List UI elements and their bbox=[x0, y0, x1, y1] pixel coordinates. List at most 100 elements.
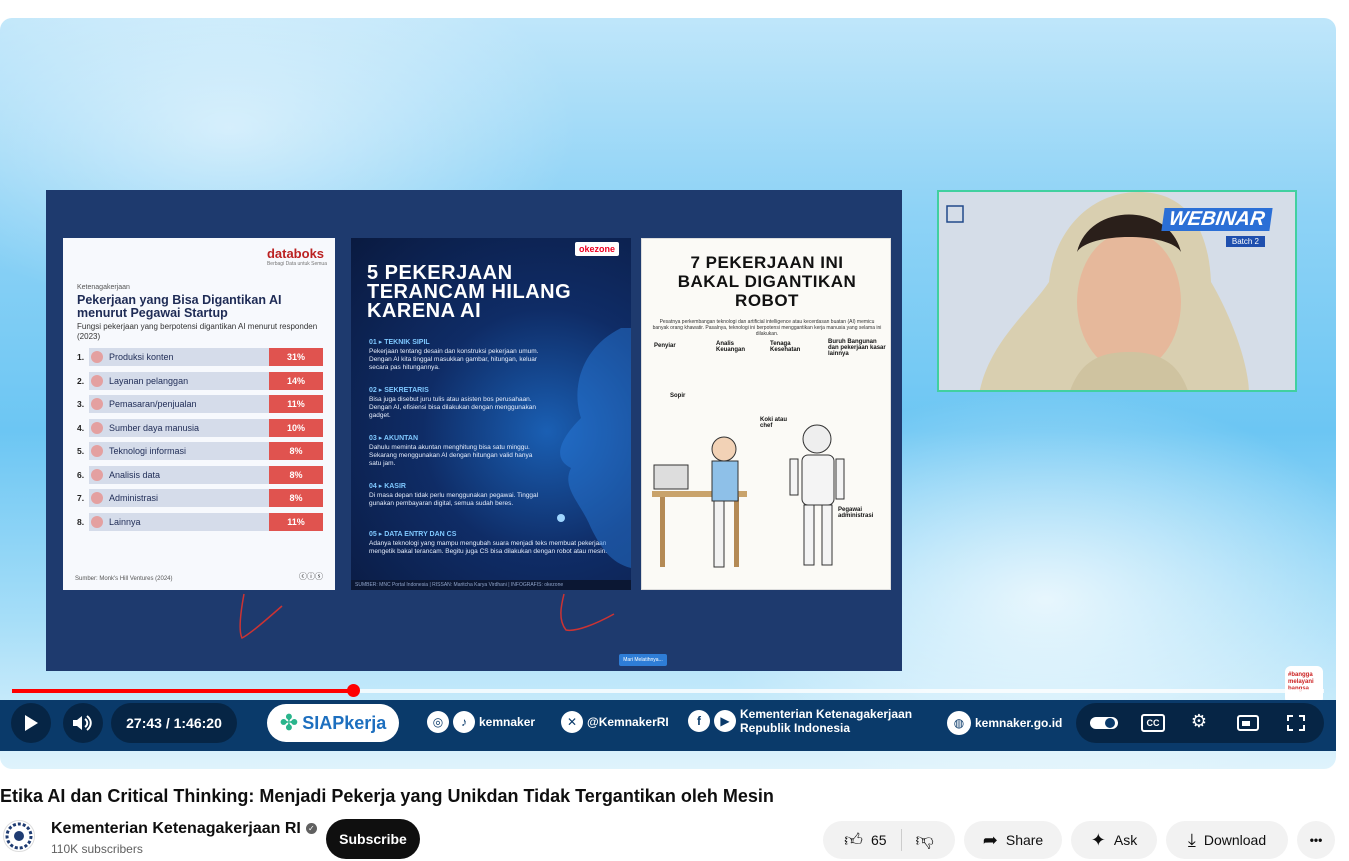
job-label: Tenaga Kesehatan bbox=[770, 341, 801, 353]
kemnaker-logo-icon bbox=[5, 822, 33, 850]
batch-label: Batch 2 bbox=[1225, 236, 1265, 247]
row-number: 2. bbox=[77, 375, 85, 386]
more-actions-button[interactable]: ••• bbox=[1297, 821, 1335, 859]
infographic-footer: SUMBER: MNC Portal Indonesia | RISSAN: M… bbox=[351, 580, 631, 590]
channel-name[interactable]: Kementerian Ketenagakerjaan RI ✓ bbox=[51, 820, 317, 838]
row-label: Lainnya bbox=[109, 516, 141, 527]
category-icon bbox=[91, 515, 103, 528]
row-label: Teknologi informasi bbox=[109, 446, 187, 456]
table-row: 2. Layanan pelanggan 14% bbox=[77, 371, 323, 390]
ai-face-illustration bbox=[557, 328, 631, 568]
category-icon bbox=[91, 398, 103, 410]
table-row: 7. Administrasi 8% bbox=[77, 489, 323, 507]
infographic-source: Sumber: Monk's Hill Ventures (2024) bbox=[75, 576, 173, 582]
license-icons: ⓒⓘⓢ bbox=[299, 572, 323, 581]
annotation-marks bbox=[239, 593, 615, 640]
table-row: 4. Sumber daya manusia 10% bbox=[77, 418, 323, 437]
table-row: 8. Lainnya 11% bbox=[77, 512, 323, 531]
infographic-title: 7 PEKERJAAN INI BAKAL DIGANTIKAN ROBOT bbox=[677, 253, 857, 310]
row-number: 6. bbox=[77, 469, 85, 480]
miniplayer-icon[interactable] bbox=[1236, 714, 1260, 732]
dislike-button[interactable]: 👎︎ bbox=[902, 829, 934, 851]
download-icon: ⤓ bbox=[1187, 829, 1196, 850]
sparkle-icon: ✦ bbox=[1090, 829, 1106, 850]
time-display: 27:43 / 1:46:20 bbox=[111, 703, 237, 743]
ask-button[interactable]: ✦ Ask bbox=[1071, 821, 1157, 859]
like-button[interactable]: 👍︎ 65 bbox=[844, 829, 902, 851]
mute-button[interactable] bbox=[63, 703, 103, 743]
row-percent: 8% bbox=[269, 442, 323, 460]
download-button[interactable]: ⤓ Download bbox=[1166, 821, 1288, 859]
captions-icon[interactable]: CC bbox=[1141, 714, 1165, 732]
thumbs-down-icon: 👎︎ bbox=[915, 830, 934, 850]
row-percent: 8% bbox=[269, 489, 323, 507]
org-name: f ▶ Kementerian Ketenagakerjaan Republik… bbox=[688, 707, 925, 735]
row-number: 5. bbox=[77, 446, 85, 456]
cnbc-infographic: 7 PEKERJAAN INI BAKAL DIGANTIKAN ROBOT P… bbox=[641, 238, 891, 590]
infographic-subtitle: Fungsi pekerjaan yang berpotensi diganti… bbox=[77, 322, 318, 341]
row-number: 1. bbox=[77, 352, 85, 362]
table-row: 1. Produksi konten 31% bbox=[77, 348, 323, 366]
job-label: Analis Keuangan bbox=[716, 341, 746, 353]
row-percent: 11% bbox=[269, 395, 323, 413]
instagram-icon: ◎ bbox=[427, 711, 449, 733]
row-percent: 11% bbox=[269, 512, 323, 531]
row-label: Analisis data bbox=[109, 469, 161, 480]
verified-icon: ✓ bbox=[305, 823, 317, 835]
subscribe-button[interactable]: Subscribe bbox=[326, 819, 420, 859]
subscriber-count: 110K subscribers bbox=[51, 842, 143, 856]
row-number: 3. bbox=[77, 399, 85, 409]
infographic-title: Pekerjaan yang Bisa Digantikan AI menuru… bbox=[77, 293, 282, 320]
row-percent: 31% bbox=[269, 348, 323, 366]
x-icon: ✕ bbox=[561, 711, 583, 733]
row-percent: 14% bbox=[269, 371, 323, 390]
tiktok-icon: ♪ bbox=[453, 711, 475, 733]
player-right-controls: CC ⚙ bbox=[1076, 703, 1324, 743]
facebook-icon: f bbox=[688, 710, 710, 732]
category-icon bbox=[91, 374, 103, 387]
row-number: 4. bbox=[77, 422, 85, 433]
webcam-feed: WEBINAR Batch 2 bbox=[937, 190, 1297, 392]
siapkerja-icon: ✤ bbox=[279, 710, 299, 735]
video-player[interactable]: databoks Berbagi Data untuk Semua Ketenag… bbox=[0, 18, 1336, 769]
tiktok-handle: ◎ ♪ kemnaker bbox=[427, 711, 535, 733]
robot-illustration bbox=[652, 424, 845, 568]
job-label: Buruh Bangunan dan pekerjaan kasar lainn… bbox=[828, 339, 886, 357]
category-icon bbox=[91, 468, 103, 481]
globe-icon: ◍ bbox=[947, 711, 971, 735]
play-icon bbox=[25, 715, 38, 731]
row-percent: 8% bbox=[269, 465, 323, 484]
x-handle: ✕ @KemnakerRI bbox=[561, 711, 669, 733]
volume-icon bbox=[73, 715, 92, 731]
progress-buffered bbox=[353, 689, 1324, 693]
video-title: Etika AI dan Critical Thinking: Menjadi … bbox=[0, 786, 774, 806]
thumbs-up-icon: 👍︎ bbox=[844, 830, 863, 850]
infographic-category: Ketenagakerjaan bbox=[77, 284, 130, 291]
row-label: Pemasaran/penjualan bbox=[109, 399, 197, 409]
settings-icon[interactable]: ⚙ bbox=[1189, 711, 1209, 731]
databoks-logo: databoks Berbagi Data untuk Semua bbox=[266, 246, 327, 267]
infographic-title: 5 PEKERJAAN TERANCAM HILANG KARENA AI bbox=[367, 262, 572, 322]
row-label: Sumber daya manusia bbox=[109, 422, 200, 433]
row-label: Administrasi bbox=[109, 493, 159, 503]
webinar-banner: WEBINAR bbox=[1161, 208, 1273, 231]
fullscreen-icon[interactable] bbox=[1286, 714, 1306, 732]
autoplay-toggle-icon[interactable] bbox=[1089, 714, 1119, 732]
siapkerja-logo: ✤ SIAPkerja bbox=[267, 704, 399, 742]
category-icon bbox=[91, 445, 103, 457]
play-button[interactable] bbox=[11, 703, 51, 743]
progress-bar[interactable] bbox=[12, 684, 1324, 697]
row-label: Layanan pelanggan bbox=[109, 375, 189, 386]
channel-avatar[interactable] bbox=[3, 820, 35, 852]
okezone-logo: okezone bbox=[574, 242, 619, 256]
infographic-intro: Pesatnya perkembangan teknologi dan arti… bbox=[652, 319, 882, 337]
job-label: Penyiar bbox=[654, 343, 676, 349]
like-dislike-group: 👍︎ 65 👎︎ bbox=[823, 821, 955, 859]
bangga-melayani-badge: #bangga melayani bangsa bbox=[1285, 666, 1323, 704]
row-label: Produksi konten bbox=[109, 352, 174, 362]
category-icon bbox=[91, 351, 103, 363]
row-number: 7. bbox=[77, 493, 85, 503]
okezone-infographic: okezone 5 PEKERJAAN TERANCAM HILANG KARE… bbox=[351, 238, 631, 590]
databoks-infographic: databoks Berbagi Data untuk Semua Ketenag… bbox=[63, 238, 335, 590]
share-button[interactable]: ➦ Share bbox=[964, 821, 1062, 859]
